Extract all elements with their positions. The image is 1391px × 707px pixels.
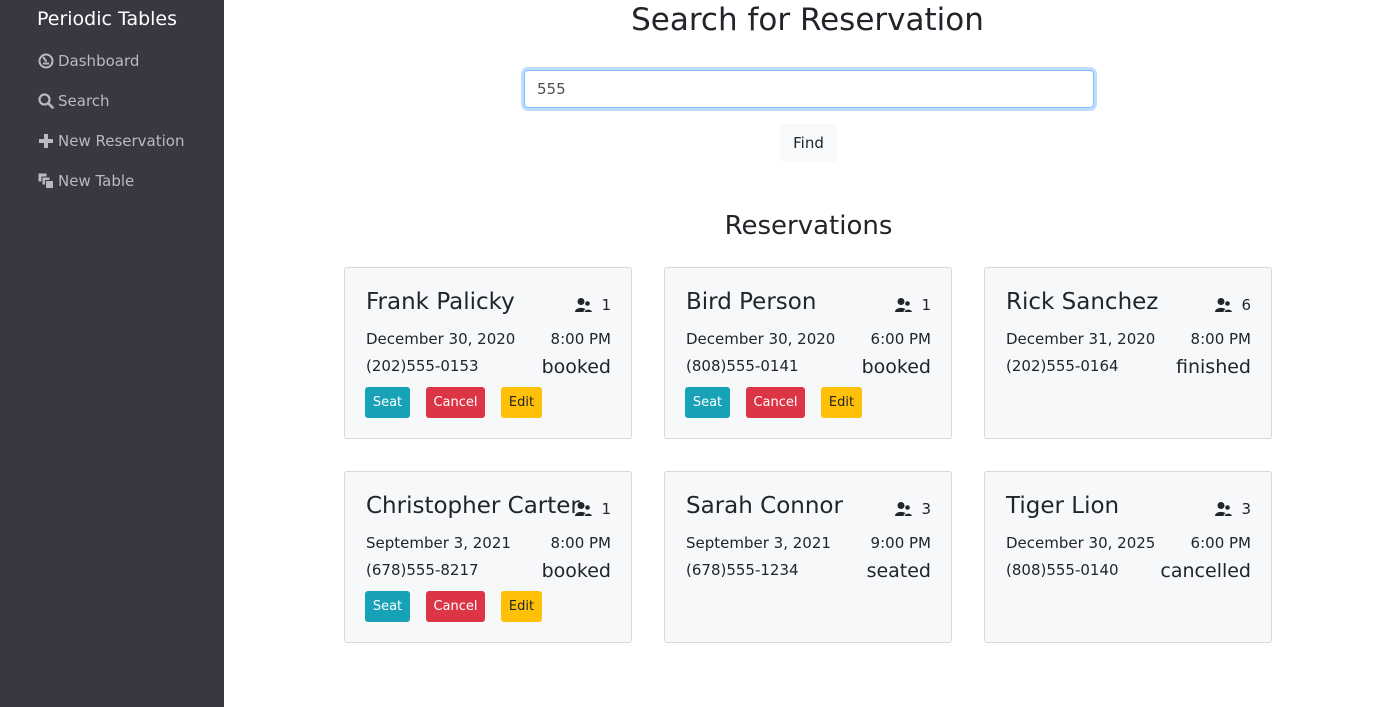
party-size: 3 <box>895 500 931 518</box>
reservation-date: December 30, 2020 <box>366 330 516 348</box>
find-button[interactable]: Find <box>780 124 837 162</box>
edit-button[interactable]: Edit <box>821 387 862 418</box>
reservation-time: 6:00 PM <box>870 330 931 348</box>
seat-button[interactable]: Seat <box>365 591 410 622</box>
reservation-time: 8:00 PM <box>1190 330 1251 348</box>
mobile-number: (678)555-1234 <box>686 561 799 579</box>
reservation-card: Christopher Carter 1 September 3, 2021 8:00… <box>344 471 632 643</box>
reservation-date: December 30, 2025 <box>1006 534 1156 552</box>
sidebar: Periodic Tables Dashboard Search New Res… <box>0 0 224 707</box>
reservation-date: December 31, 2020 <box>1006 330 1156 348</box>
reservation-card: Frank Palicky 1 December 30, 2020 8:00 PM (2… <box>344 267 632 439</box>
layers-icon <box>38 173 54 189</box>
nav-item-label: Dashboard <box>58 52 140 70</box>
party-size-value: 3 <box>1241 500 1251 518</box>
search-input[interactable] <box>524 70 1094 108</box>
guest-name: Rick Sanchez <box>1006 289 1159 315</box>
plus-icon <box>38 133 54 149</box>
page-title: Search for Reservation <box>631 2 984 38</box>
reservation-date: September 3, 2021 <box>366 534 511 552</box>
people-icon <box>895 297 914 313</box>
status-badge: booked <box>861 356 931 378</box>
reservation-time: 6:00 PM <box>1190 534 1251 552</box>
reservation-time: 8:00 PM <box>550 330 611 348</box>
party-size: 1 <box>575 296 611 314</box>
dashboard-icon <box>38 53 54 69</box>
seat-button[interactable]: Seat <box>685 387 730 418</box>
people-icon <box>1215 501 1234 517</box>
party-size: 1 <box>895 296 931 314</box>
party-size: 3 <box>1215 500 1251 518</box>
status-badge: booked <box>541 356 611 378</box>
guest-name: Tiger Lion <box>1006 493 1120 519</box>
search-icon <box>38 93 54 109</box>
guest-name: Christopher Carter <box>366 493 580 519</box>
status-badge: booked <box>541 560 611 582</box>
reservation-time: 9:00 PM <box>870 534 931 552</box>
status-badge: finished <box>1176 356 1251 378</box>
nav-item-dashboard[interactable]: Dashboard <box>38 50 139 72</box>
reservation-date: December 30, 2020 <box>686 330 836 348</box>
nav-item-label: Search <box>58 92 110 110</box>
cancel-button[interactable]: Cancel <box>746 387 805 418</box>
mobile-number: (808)555-0140 <box>1006 561 1119 579</box>
party-size: 1 <box>575 500 611 518</box>
party-size: 6 <box>1215 296 1251 314</box>
guest-name: Frank Palicky <box>366 289 515 315</box>
party-size-value: 1 <box>601 500 611 518</box>
status-badge: seated <box>866 560 931 582</box>
mobile-number: (202)555-0153 <box>366 357 479 375</box>
nav-item-label: New Table <box>58 172 135 190</box>
edit-button[interactable]: Edit <box>501 591 542 622</box>
reservations-title: Reservations <box>724 211 893 241</box>
reservation-card: Tiger Lion 3 December 30, 2025 6:00 PM (808)… <box>984 471 1272 643</box>
cancel-button[interactable]: Cancel <box>426 591 485 622</box>
reservation-card: Sarah Connor 3 September 3, 2021 9:00 PM (67… <box>664 471 952 643</box>
edit-button[interactable]: Edit <box>501 387 542 418</box>
people-icon <box>575 501 594 517</box>
app-brand[interactable]: Periodic Tables <box>0 8 214 30</box>
reservation-card: Rick Sanchez 6 December 31, 2020 8:00 PM (20… <box>984 267 1272 439</box>
status-badge: cancelled <box>1160 560 1251 582</box>
reservation-time: 8:00 PM <box>550 534 611 552</box>
party-size-value: 3 <box>921 500 931 518</box>
mobile-number: (202)555-0164 <box>1006 357 1119 375</box>
reservation-card: Bird Person 1 December 30, 2020 6:00 PM (808… <box>664 267 952 439</box>
party-size-value: 1 <box>601 296 611 314</box>
mobile-number: (808)555-0141 <box>686 357 799 375</box>
guest-name: Sarah Connor <box>686 493 843 519</box>
nav-item-search[interactable]: Search <box>38 90 110 112</box>
guest-name: Bird Person <box>686 289 817 315</box>
nav-item-new-reservation[interactable]: New Reservation <box>38 130 184 152</box>
people-icon <box>1215 297 1234 313</box>
party-size-value: 6 <box>1241 296 1251 314</box>
nav-item-new-table[interactable]: New Table <box>38 170 134 192</box>
mobile-number: (678)555-8217 <box>366 561 479 579</box>
people-icon <box>575 297 594 313</box>
cancel-button[interactable]: Cancel <box>426 387 485 418</box>
party-size-value: 1 <box>921 296 931 314</box>
nav-item-label: New Reservation <box>58 132 185 150</box>
main-content: Search for Reservation Find Reservations… <box>224 0 1391 707</box>
seat-button[interactable]: Seat <box>365 387 410 418</box>
people-icon <box>895 501 914 517</box>
reservation-date: September 3, 2021 <box>686 534 831 552</box>
